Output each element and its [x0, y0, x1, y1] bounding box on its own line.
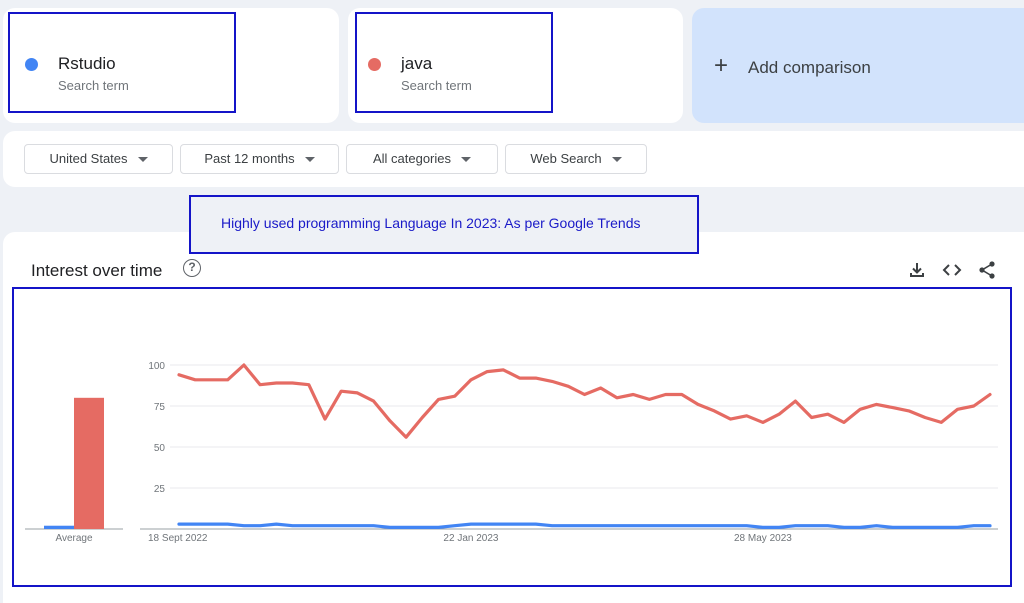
interest-chart: 25 50 75 100 Average 18 Sept 2022 22 Jan 2023 2…	[25, 361, 998, 544]
x-tick-label: 22 Jan 2023	[443, 533, 498, 544]
average-bar-java[interactable]	[74, 397, 104, 529]
y-tick-label: 100	[148, 361, 165, 372]
average-label: Average	[55, 533, 93, 544]
x-tick-label: 28 May 2023	[734, 533, 792, 544]
y-tick-label: 25	[154, 484, 166, 495]
series-line-rstudio[interactable]	[177, 522, 992, 530]
y-tick-label: 75	[154, 402, 166, 413]
x-tick-label: 18 Sept 2022	[148, 533, 208, 544]
series-line-java[interactable]	[177, 363, 992, 439]
average-bar-rstudio[interactable]	[44, 525, 74, 529]
y-tick-label: 50	[154, 443, 166, 454]
